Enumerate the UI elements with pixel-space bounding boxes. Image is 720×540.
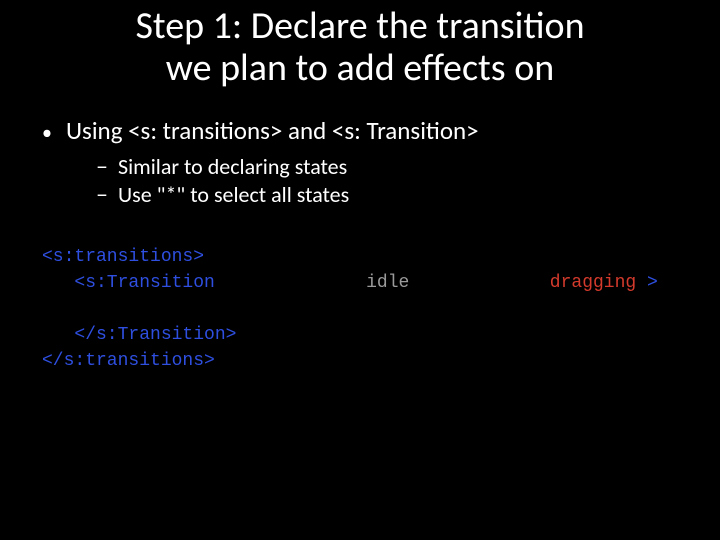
code-quote: " bbox=[636, 273, 647, 293]
code-eq: = bbox=[528, 273, 539, 293]
code-eq: = bbox=[344, 273, 355, 293]
slide-title: Step 1: Declare the transition we plan t… bbox=[0, 6, 720, 90]
sub-text-1: Similar to declaring states bbox=[118, 154, 347, 180]
code-indent bbox=[42, 325, 74, 345]
sub-item-1: – Similar to declaring states bbox=[96, 154, 680, 180]
code-snippet: <s:transitions> <s:Transition from. Stat… bbox=[42, 244, 658, 374]
code-space bbox=[420, 273, 431, 293]
code-space bbox=[215, 273, 226, 293]
code-attr-from-value: idle bbox=[366, 273, 409, 293]
title-line-2: we plan to add effects on bbox=[20, 48, 700, 90]
body-content: • Using <s: transitions> and <s: Transit… bbox=[42, 116, 680, 211]
code-close-transitions: </s:transitions> bbox=[42, 351, 215, 371]
bullet-item: • Using <s: transitions> and <s: Transit… bbox=[42, 116, 680, 146]
code-quote: " bbox=[539, 273, 550, 293]
code-close-Transition: </s:Transition> bbox=[74, 325, 236, 345]
sub-marker: – bbox=[96, 183, 118, 207]
sub-marker: – bbox=[96, 155, 118, 179]
bullet-text: Using <s: transitions> and <s: Transitio… bbox=[66, 116, 479, 146]
code-indent bbox=[42, 273, 74, 293]
sub-list: – Similar to declaring states – Use "*" … bbox=[96, 154, 680, 209]
code-gt: > bbox=[647, 273, 658, 293]
code-attr-to-name: to. State bbox=[431, 273, 528, 293]
code-attr-from-name: from. State bbox=[226, 273, 345, 293]
sub-text-2: Use "*" to select all states bbox=[118, 182, 349, 208]
code-open-Transition: <s:Transition bbox=[74, 273, 214, 293]
code-open-transitions: <s:transitions> bbox=[42, 247, 204, 267]
code-quote: " bbox=[355, 273, 366, 293]
title-line-1: Step 1: Declare the transition bbox=[20, 6, 700, 48]
code-quote: " bbox=[409, 273, 420, 293]
sub-item-2: – Use "*" to select all states bbox=[96, 182, 680, 208]
bullet-marker: • bbox=[42, 123, 66, 143]
code-attr-to-value: dragging bbox=[550, 273, 636, 293]
